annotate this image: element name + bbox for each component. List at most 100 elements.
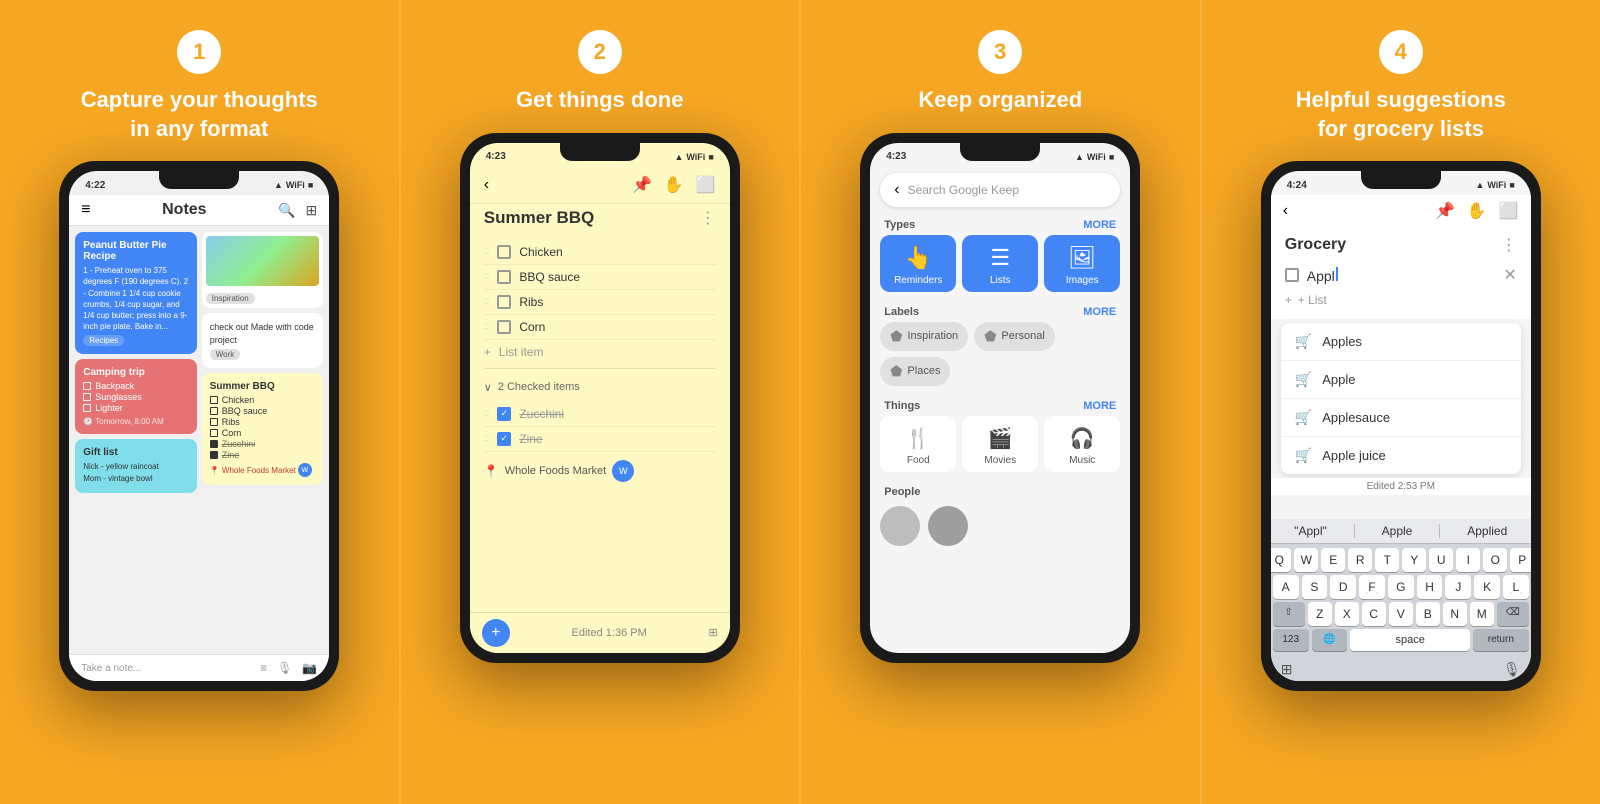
label-places[interactable]: ⬟ Places	[880, 357, 950, 386]
list-item-zine[interactable]: :: ✓ Zine	[484, 427, 716, 452]
key-delete[interactable]: ⌫	[1497, 602, 1529, 626]
suggestion-apple-juice[interactable]: 🛒 Apple juice	[1281, 437, 1521, 474]
grocery-add-row[interactable]: + + List	[1285, 289, 1517, 311]
note-peanut-butter[interactable]: Peanut Butter Pie Recipe 1 - Preheat ove…	[75, 232, 197, 354]
key-v[interactable]: V	[1389, 602, 1413, 626]
grid-icon[interactable]: ⊞	[306, 202, 318, 219]
type-lists[interactable]: ☰ Lists	[962, 235, 1038, 292]
key-l[interactable]: L	[1503, 575, 1529, 599]
checkbox-zucchini[interactable]: ✓	[497, 407, 511, 421]
key-q[interactable]: Q	[1271, 548, 1292, 572]
key-o[interactable]: O	[1483, 548, 1507, 572]
key-f[interactable]: F	[1359, 575, 1385, 599]
key-c[interactable]: C	[1362, 602, 1386, 626]
notes-bottom-bar[interactable]: Take a note... ≡ 🎙 📷	[69, 654, 329, 681]
thing-movies[interactable]: 🎬 Movies	[962, 416, 1038, 472]
more-options-4[interactable]: ⋮	[1501, 235, 1517, 255]
suggestion-apples[interactable]: 🛒 Apples	[1281, 323, 1521, 361]
take-note-placeholder[interactable]: Take a note...	[81, 663, 141, 674]
grocery-input-row[interactable]: Appl ✕	[1285, 261, 1517, 289]
things-more-button[interactable]: MORE	[1083, 400, 1116, 412]
autocomplete-appl[interactable]: "Appl"	[1294, 524, 1327, 538]
key-shift[interactable]: ⇧	[1273, 602, 1305, 626]
add-button[interactable]: +	[482, 619, 510, 647]
key-h[interactable]: H	[1417, 575, 1443, 599]
hand-icon[interactable]: ✋	[664, 175, 684, 195]
key-t[interactable]: T	[1375, 548, 1399, 572]
note-image-card[interactable]: Inspiration	[202, 232, 324, 308]
back-icon-3[interactable]: ‹	[894, 181, 899, 199]
autocomplete-apple[interactable]: Apple	[1382, 524, 1413, 538]
key-b[interactable]: B	[1416, 602, 1440, 626]
list-icon[interactable]: ≡	[260, 661, 267, 675]
mic-icon[interactable]: 🎙	[277, 661, 292, 675]
archive-icon[interactable]: ⬜	[696, 175, 716, 195]
archive-icon-4[interactable]: ⬜	[1499, 201, 1519, 221]
key-g[interactable]: G	[1388, 575, 1414, 599]
key-x[interactable]: X	[1335, 602, 1359, 626]
suggestion-apple[interactable]: 🛒 Apple	[1281, 361, 1521, 399]
key-e[interactable]: E	[1321, 548, 1345, 572]
list-item-zucchini[interactable]: :: ✓ Zucchini	[484, 402, 716, 427]
key-return[interactable]: return	[1473, 629, 1529, 651]
pin-icon[interactable]: 📌	[632, 175, 652, 195]
grocery-title[interactable]: Grocery	[1285, 236, 1346, 254]
autocomplete-applied[interactable]: Applied	[1467, 524, 1507, 538]
pin-icon-4[interactable]: 📌	[1435, 201, 1455, 221]
grid-view-icon[interactable]: ⊞	[709, 626, 718, 639]
thing-food[interactable]: 🍴 Food	[880, 416, 956, 472]
checkbox-corn[interactable]	[497, 320, 511, 334]
key-123[interactable]: 123	[1273, 629, 1309, 651]
type-reminders[interactable]: 👆 Reminders	[880, 235, 956, 292]
list-item-chicken[interactable]: :: Chicken	[484, 240, 716, 265]
grocery-checkbox[interactable]	[1285, 268, 1299, 282]
note-made-with-code[interactable]: check out Made with code project Work	[202, 313, 324, 368]
key-m[interactable]: M	[1470, 602, 1494, 626]
search-icon[interactable]: 🔍	[278, 202, 295, 219]
bbq-note-title[interactable]: Summer BBQ	[484, 208, 595, 228]
suggestion-applesauce[interactable]: 🛒 Applesauce	[1281, 399, 1521, 437]
search-placeholder[interactable]: Search Google Keep	[908, 183, 1107, 197]
key-u[interactable]: U	[1429, 548, 1453, 572]
camera-icon[interactable]: 📷	[302, 661, 317, 675]
key-globe[interactable]: 🌐	[1312, 629, 1348, 651]
keyboard-tool-plus[interactable]: ⊞	[1281, 661, 1293, 678]
key-space[interactable]: space	[1350, 629, 1470, 651]
note-gift-list[interactable]: Gift list Nick - yellow raincoatMom - vi…	[75, 439, 197, 493]
key-y[interactable]: Y	[1402, 548, 1426, 572]
type-images[interactable]: 🖼 Images	[1044, 235, 1120, 292]
checkbox-ribs[interactable]	[497, 295, 511, 309]
types-more-button[interactable]: MORE	[1083, 219, 1116, 231]
checkbox-chicken[interactable]	[497, 245, 511, 259]
thing-music[interactable]: 🎧 Music	[1044, 416, 1120, 472]
checked-items-toggle[interactable]: ∨ 2 Checked items	[484, 373, 716, 402]
key-i[interactable]: I	[1456, 548, 1480, 572]
key-k[interactable]: K	[1474, 575, 1500, 599]
note-camping[interactable]: Camping trip Backpack Sunglasses Lighter…	[75, 359, 197, 434]
label-inspiration[interactable]: ⬟ Inspiration	[880, 322, 968, 351]
key-j[interactable]: J	[1445, 575, 1471, 599]
hand-icon-4[interactable]: ✋	[1467, 201, 1487, 221]
list-item-corn[interactable]: :: Corn	[484, 315, 716, 340]
key-s[interactable]: S	[1302, 575, 1328, 599]
clear-input-icon[interactable]: ✕	[1503, 265, 1516, 285]
key-d[interactable]: D	[1330, 575, 1356, 599]
key-p[interactable]: P	[1510, 548, 1531, 572]
hamburger-icon[interactable]: ≡	[81, 201, 90, 219]
keyboard-tool-mic[interactable]: 🎙	[1503, 661, 1521, 678]
key-a[interactable]: A	[1273, 575, 1299, 599]
key-z[interactable]: Z	[1308, 602, 1332, 626]
label-personal[interactable]: ⬟ Personal	[974, 322, 1055, 351]
back-icon[interactable]: ‹	[484, 176, 489, 194]
list-item-ribs[interactable]: :: Ribs	[484, 290, 716, 315]
grocery-input-text[interactable]: Appl	[1307, 267, 1496, 284]
note-summer-bbq-small[interactable]: Summer BBQ Chicken BBQ sauce Ribs Corn Z…	[202, 373, 324, 485]
checkbox-zine[interactable]: ✓	[497, 432, 511, 446]
key-n[interactable]: N	[1443, 602, 1467, 626]
keep-search-bar[interactable]: ‹ Search Google Keep	[880, 173, 1120, 207]
back-icon-4[interactable]: ‹	[1283, 202, 1288, 220]
key-r[interactable]: R	[1348, 548, 1372, 572]
labels-more-button[interactable]: MORE	[1083, 306, 1116, 318]
add-list-item[interactable]: + List item	[484, 340, 716, 364]
list-item-bbqsauce[interactable]: :: BBQ sauce	[484, 265, 716, 290]
